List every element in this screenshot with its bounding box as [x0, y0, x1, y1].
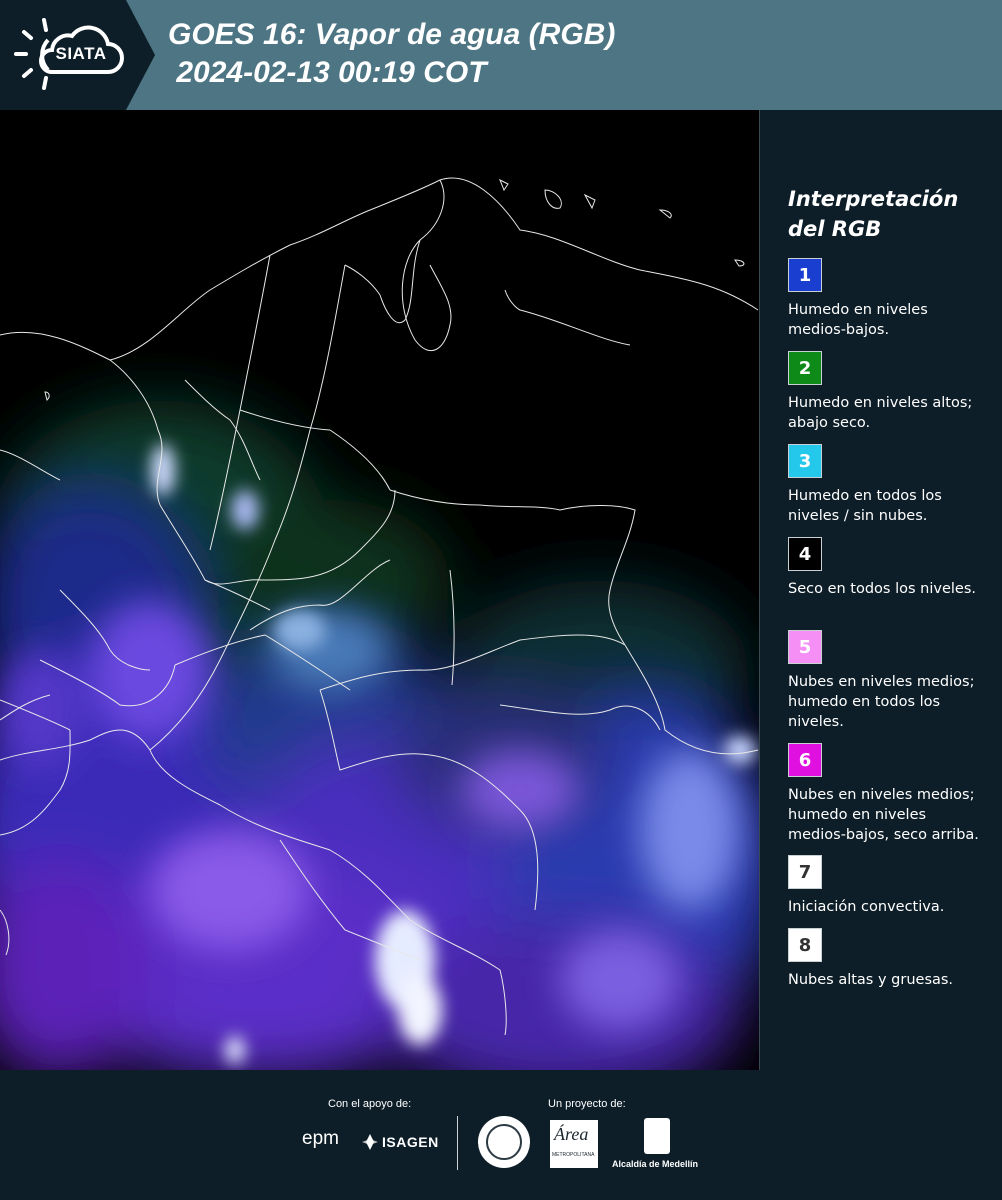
legend-desc-1: Humedo en niveles medios-bajos. [788, 302, 928, 338]
legend-swatch-8: 8 [788, 928, 822, 962]
legend-desc-7: Iniciación convectiva. [788, 899, 945, 915]
seal-ring-icon [486, 1124, 522, 1160]
legend-desc-5: Nubes en niveles medios; humedo en todos… [788, 674, 975, 730]
legend-item-3: 3 Humedo en todos los niveles / sin nube… [788, 444, 988, 526]
alcaldia-crest-icon[interactable] [644, 1118, 670, 1154]
legend-title: Interpretación del RGB [788, 187, 959, 241]
legend-item-4: 4 Seco en todos los niveles. [788, 537, 988, 599]
sponsor-footer: Con el apoyo de: Un proyecto de: epm ISA… [0, 1070, 1002, 1200]
legend-desc-3: Humedo en todos los niveles / sin nubes. [788, 488, 942, 524]
university-seal-logo[interactable] [478, 1116, 530, 1168]
title-line-product: GOES 16: Vapor de agua (RGB) [168, 18, 616, 51]
support-label: Con el apoyo de: [328, 1098, 412, 1110]
legend-swatch-3: 3 [788, 444, 822, 478]
area-logo-text: Área [554, 1124, 589, 1144]
legend-item-6: 6 Nubes en niveles medios; humedo en niv… [788, 743, 988, 845]
area-logo-subtext: METROPOLITANA [552, 1152, 595, 1158]
legend-item-7: 7 Iniciación convectiva. [788, 855, 988, 917]
header-bar: SIATA GOES 16: Vapor de agua (RGB) 2024-… [0, 0, 1002, 110]
isagen-mark-icon [362, 1134, 378, 1150]
legend-item-5: 5 Nubes en niveles medios; humedo en tod… [788, 630, 988, 732]
logo-label: SIATA [55, 44, 107, 63]
legend-item-8: 8 Nubes altas y gruesas. [788, 928, 988, 990]
page-title: GOES 16: Vapor de agua (RGB) 2024-02-13 … [168, 16, 615, 92]
legend-swatch-2: 2 [788, 351, 822, 385]
legend-swatch-1: 1 [788, 258, 822, 292]
legend-desc-8: Nubes altas y gruesas. [788, 972, 954, 988]
rgb-legend: Interpretación del RGB 1 Humedo en nivel… [760, 110, 1002, 1070]
footer-divider [457, 1116, 458, 1170]
legend-desc-6: Nubes en niveles medios; humedo en nivel… [788, 787, 979, 843]
project-label: Un proyecto de: [548, 1098, 626, 1110]
siata-logo[interactable]: SIATA [0, 0, 155, 110]
legend-swatch-7: 7 [788, 855, 822, 889]
area-metropolitana-logo[interactable]: Área METROPOLITANA [550, 1120, 598, 1168]
legend-item-2: 2 Humedo en niveles altos; abajo seco. [788, 351, 988, 433]
legend-swatch-6: 6 [788, 743, 822, 777]
map-canvas [0, 110, 759, 1070]
alcaldia-logo-label: Alcaldía de Medellín [612, 1159, 699, 1169]
satellite-map[interactable] [0, 110, 760, 1070]
legend-desc-4: Seco en todos los niveles. [788, 581, 976, 597]
isagen-logo[interactable]: ISAGEN [382, 1134, 439, 1150]
epm-logo[interactable]: epm [302, 1128, 339, 1150]
legend-swatch-4: 4 [788, 537, 822, 571]
title-line-datetime: 2024-02-13 00:19 COT [168, 56, 487, 89]
legend-swatch-5: 5 [788, 630, 822, 664]
legend-item-1: 1 Humedo en niveles medios-bajos. [788, 258, 988, 340]
legend-desc-2: Humedo en niveles altos; abajo seco. [788, 395, 973, 431]
